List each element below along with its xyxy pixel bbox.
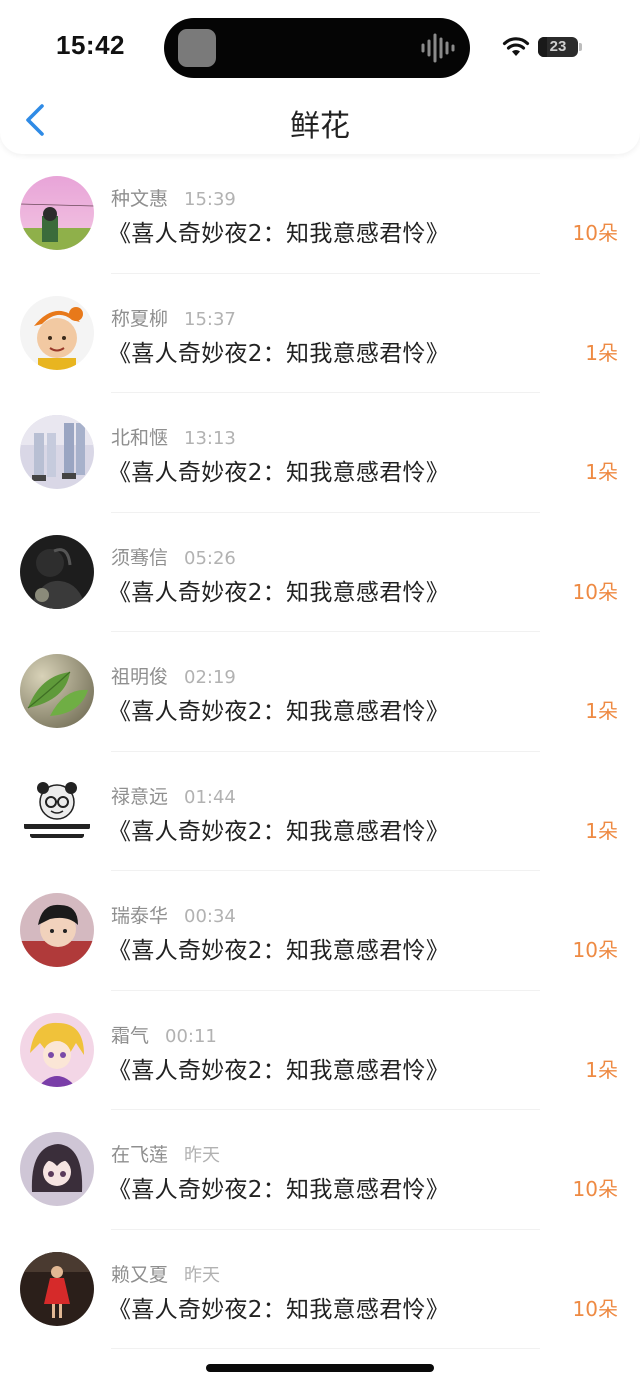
flower-count: 10朵 xyxy=(572,1296,618,1321)
battery-level: 23 xyxy=(549,38,567,55)
avatar[interactable] xyxy=(20,773,94,848)
avatar[interactable] xyxy=(20,1251,94,1326)
avatar[interactable] xyxy=(20,534,94,609)
flower-count: 10朵 xyxy=(572,1177,618,1201)
book-title[interactable]: 《喜人奇妙夜2：知我意感君怜》 xyxy=(108,1290,449,1324)
avatar[interactable] xyxy=(20,295,94,370)
record-meta: 赖又夏 昨天 xyxy=(111,1260,220,1286)
record-meta: 北和惬 13:13 xyxy=(111,423,236,449)
avatar[interactable] xyxy=(20,654,94,728)
record-meta: 须骞信 05:26 xyxy=(111,543,236,569)
record-meta: 祖明俊 02:19 xyxy=(111,662,236,688)
flower-record-list[interactable]: 种文惠 15:39 《喜人奇妙夜2：知我意感君怜》 10朵 称夏柳 15:37 《喜人奇妙夜… xyxy=(0,154,640,1349)
record-time: 00:34 xyxy=(184,906,236,927)
record-time: 昨天 xyxy=(184,1145,221,1166)
record-time: 02:19 xyxy=(184,667,236,688)
book-title[interactable]: 《喜人奇妙夜2：知我意感君怜》 xyxy=(108,214,449,248)
page-title: 鲜花 xyxy=(290,109,350,144)
record-meta: 种文惠 15:39 xyxy=(111,184,236,210)
avatar[interactable] xyxy=(20,1012,94,1087)
user-name[interactable]: 祖明俊 xyxy=(111,666,168,688)
flower-record-row[interactable]: 赖又夏 昨天《喜人奇妙夜2：知我意感君怜》 10朵 xyxy=(0,1230,640,1349)
flower-count: 1朵 xyxy=(585,460,618,484)
book-title[interactable]: 《喜人奇妙夜2：知我意感君怜》 xyxy=(108,573,449,607)
record-time: 01:44 xyxy=(184,786,236,808)
record-time: 05:26 xyxy=(184,547,236,569)
flower-count: 1朵 xyxy=(585,699,618,723)
island-app-icon xyxy=(178,29,216,67)
wifi-icon xyxy=(502,37,530,56)
flower-record-row[interactable]: 在飞莲 昨天《喜人奇妙夜2：知我意感君怜》 10朵 xyxy=(0,1110,640,1230)
flower-record-row[interactable]: 祖明俊 02:19 《喜人奇妙夜2：知我意感君怜》 1朵 xyxy=(0,632,640,752)
divider xyxy=(111,1348,540,1349)
flower-count: 10朵 xyxy=(572,579,618,604)
home-indicator[interactable] xyxy=(206,1364,434,1372)
record-meta: 称夏柳 15:37 xyxy=(111,304,236,330)
user-name[interactable]: 称夏柳 xyxy=(111,308,168,330)
book-title[interactable]: 《喜人奇妙夜2：知我意感君怜》 xyxy=(108,812,449,846)
record-time: 00:11 xyxy=(165,1025,217,1047)
flower-record-row[interactable]: 禄意远 01:44 《喜人奇妙夜2：知我意感君怜》 1朵 xyxy=(0,752,640,871)
record-meta: 瑞泰华 00:34 xyxy=(111,901,236,927)
flower-count: 1朵 xyxy=(585,818,618,843)
record-time: 15:37 xyxy=(184,308,236,330)
top-bar: 15:42 23 鲜花 xyxy=(0,0,640,154)
flower-count: 1朵 xyxy=(585,1057,618,1082)
status-bar: 15:42 23 xyxy=(0,0,640,90)
status-time: 15:42 xyxy=(56,30,125,60)
battery-cap xyxy=(579,43,582,51)
user-name[interactable]: 在飞莲 xyxy=(111,1144,168,1166)
battery-indicator: 23 xyxy=(538,37,578,57)
book-title[interactable]: 《喜人奇妙夜2：知我意感君怜》 xyxy=(108,1051,449,1085)
flower-count: 10朵 xyxy=(572,938,618,962)
book-title[interactable]: 《喜人奇妙夜2：知我意感君怜》 xyxy=(108,334,449,368)
flower-count: 10朵 xyxy=(572,221,618,245)
flower-record-row[interactable]: 霜气 00:11 《喜人奇妙夜2：知我意感君怜》 1朵 xyxy=(0,991,640,1110)
user-name[interactable]: 禄意远 xyxy=(111,786,168,808)
flower-record-row[interactable]: 瑞泰华 00:34 《喜人奇妙夜2：知我意感君怜》 10朵 xyxy=(0,871,640,991)
record-meta: 禄意远 01:44 xyxy=(111,782,236,808)
user-name[interactable]: 霜气 xyxy=(111,1025,149,1047)
book-title[interactable]: 《喜人奇妙夜2：知我意感君怜》 xyxy=(108,453,449,487)
audio-wave-icon xyxy=(421,33,455,63)
record-meta: 在飞莲 昨天 xyxy=(111,1140,220,1166)
user-name[interactable]: 赖又夏 xyxy=(111,1264,168,1286)
dynamic-island xyxy=(164,18,470,78)
user-name[interactable]: 种文惠 xyxy=(111,188,168,210)
flower-count: 1朵 xyxy=(585,340,618,365)
record-meta: 霜气 00:11 xyxy=(111,1021,217,1047)
user-name[interactable]: 北和惬 xyxy=(111,427,168,449)
flower-record-row[interactable]: 种文惠 15:39 《喜人奇妙夜2：知我意感君怜》 10朵 xyxy=(0,154,640,274)
avatar[interactable] xyxy=(20,1132,94,1206)
flower-record-row[interactable]: 须骞信 05:26 《喜人奇妙夜2：知我意感君怜》 10朵 xyxy=(0,513,640,632)
user-name[interactable]: 瑞泰华 xyxy=(111,905,168,927)
user-name[interactable]: 须骞信 xyxy=(111,547,168,569)
record-time: 15:39 xyxy=(184,189,236,210)
book-title[interactable]: 《喜人奇妙夜2：知我意感君怜》 xyxy=(108,1170,449,1204)
record-time: 13:13 xyxy=(184,428,236,449)
record-time: 昨天 xyxy=(184,1264,221,1286)
book-title[interactable]: 《喜人奇妙夜2：知我意感君怜》 xyxy=(108,931,449,965)
avatar[interactable] xyxy=(20,176,94,250)
flower-record-row[interactable]: 称夏柳 15:37 《喜人奇妙夜2：知我意感君怜》 1朵 xyxy=(0,274,640,393)
flower-record-row[interactable]: 北和惬 13:13 《喜人奇妙夜2：知我意感君怜》 1朵 xyxy=(0,393,640,513)
book-title[interactable]: 《喜人奇妙夜2：知我意感君怜》 xyxy=(108,692,449,726)
avatar[interactable] xyxy=(20,415,94,489)
avatar[interactable] xyxy=(20,893,94,967)
